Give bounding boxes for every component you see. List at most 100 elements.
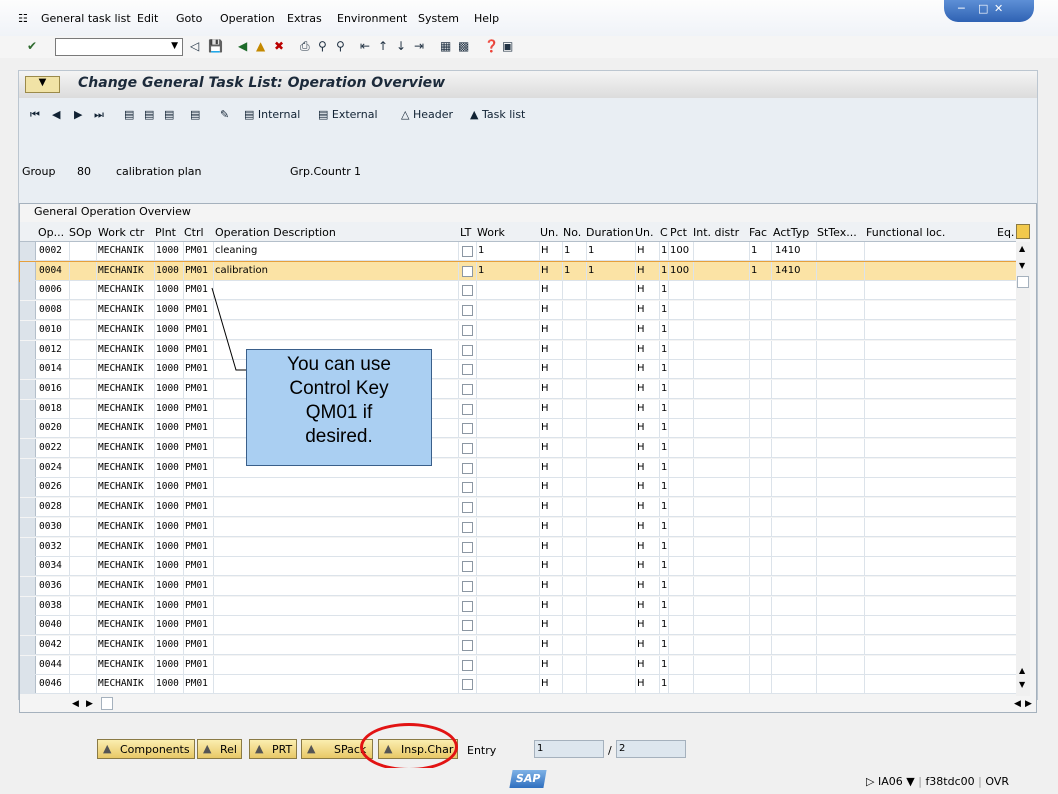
c-cell[interactable]: 1 bbox=[661, 659, 667, 670]
plnt-cell[interactable]: 1000 bbox=[156, 363, 179, 374]
un2-cell[interactable]: H bbox=[637, 619, 645, 630]
table-row[interactable]: 0008 MECHANIK 1000 PM01 H H 1 bbox=[20, 301, 1017, 321]
plnt-cell[interactable]: 1000 bbox=[156, 442, 179, 453]
ctrl-cell[interactable]: PM01 bbox=[185, 422, 208, 433]
op-cell[interactable]: 0024 bbox=[39, 462, 62, 473]
external-button[interactable]: ▤ External bbox=[318, 108, 378, 121]
column-settings-icon[interactable] bbox=[1016, 224, 1030, 239]
row-selector[interactable] bbox=[20, 655, 36, 674]
c-cell[interactable]: 1 bbox=[661, 383, 667, 394]
col-int-distr[interactable]: Int. distr bbox=[693, 226, 739, 239]
col-functional-loc[interactable]: Functional loc. bbox=[866, 226, 945, 239]
lt-checkbox[interactable] bbox=[462, 502, 473, 514]
lt-checkbox[interactable] bbox=[462, 600, 473, 612]
work-ctr-cell[interactable]: MECHANIK bbox=[98, 639, 144, 650]
lt-checkbox[interactable] bbox=[462, 620, 473, 632]
table-row[interactable]: 0046 MECHANIK 1000 PM01 H H 1 bbox=[20, 675, 1017, 695]
un-cell[interactable]: H bbox=[541, 403, 549, 414]
table-row[interactable]: 0024 MECHANIK 1000 PM01 H H 1 bbox=[20, 458, 1017, 478]
un2-cell[interactable]: H bbox=[637, 481, 645, 492]
layout-menu-icon[interactable]: ▣ bbox=[502, 39, 513, 53]
find-next-icon[interactable]: ⚲ bbox=[336, 39, 345, 53]
fac-cell[interactable]: 1 bbox=[751, 245, 757, 256]
exit-icon[interactable]: ▲ bbox=[256, 39, 265, 53]
lt-checkbox[interactable] bbox=[462, 383, 473, 395]
op-cell[interactable]: 0018 bbox=[39, 403, 62, 414]
ctrl-cell[interactable]: PM01 bbox=[185, 639, 208, 650]
row-selector[interactable] bbox=[20, 419, 36, 438]
first-icon[interactable]: ⏮ bbox=[30, 108, 40, 122]
scroll-down-bottom-icon[interactable]: ▼ bbox=[1019, 680, 1025, 689]
work-ctr-cell[interactable]: MECHANIK bbox=[98, 580, 144, 591]
work-ctr-cell[interactable]: MECHANIK bbox=[98, 619, 144, 630]
work-ctr-cell[interactable]: MECHANIK bbox=[98, 678, 144, 689]
menu-help[interactable]: Help bbox=[474, 12, 499, 25]
plnt-cell[interactable]: 1000 bbox=[156, 639, 179, 650]
lt-checkbox[interactable] bbox=[462, 580, 473, 592]
plnt-cell[interactable]: 1000 bbox=[156, 284, 179, 295]
row-selector[interactable] bbox=[20, 517, 36, 536]
op-cell[interactable]: 0026 bbox=[39, 481, 62, 492]
c-cell[interactable]: 1 bbox=[661, 245, 667, 256]
col-operation-description[interactable]: Operation Description bbox=[215, 226, 336, 239]
horizontal-scroll-thumb[interactable] bbox=[101, 697, 113, 710]
lt-checkbox[interactable] bbox=[462, 285, 473, 297]
find-icon[interactable]: ⚲ bbox=[318, 39, 327, 53]
col-ctrl[interactable]: Ctrl bbox=[184, 226, 204, 239]
op-cell[interactable]: 0010 bbox=[39, 324, 62, 335]
next-icon[interactable]: ▶ bbox=[74, 108, 82, 121]
cancel-icon[interactable]: ✖ bbox=[274, 39, 284, 53]
help-icon[interactable]: ❓ bbox=[484, 39, 499, 53]
un-cell[interactable]: H bbox=[541, 659, 549, 670]
un2-cell[interactable]: H bbox=[637, 403, 645, 414]
op-cell[interactable]: 0038 bbox=[39, 600, 62, 611]
plnt-cell[interactable]: 1000 bbox=[156, 422, 179, 433]
lt-checkbox[interactable] bbox=[462, 561, 473, 573]
work-ctr-cell[interactable]: MECHANIK bbox=[98, 284, 144, 295]
col-duration[interactable]: Duration bbox=[586, 226, 634, 239]
un-cell[interactable]: H bbox=[541, 619, 549, 630]
op-cell[interactable]: 0020 bbox=[39, 422, 62, 433]
work-ctr-cell[interactable]: MECHANIK bbox=[98, 481, 144, 492]
menu-goto[interactable]: Goto bbox=[176, 12, 202, 25]
row-selector[interactable] bbox=[20, 281, 36, 300]
lt-checkbox[interactable] bbox=[462, 265, 473, 277]
menu-extras[interactable]: Extras bbox=[287, 12, 322, 25]
scroll-right-icon[interactable]: ▶ bbox=[86, 699, 93, 709]
row-selector[interactable] bbox=[20, 301, 36, 320]
work-ctr-cell[interactable]: MECHANIK bbox=[98, 462, 144, 473]
col-un[interactable]: Un. bbox=[540, 226, 559, 239]
un-cell[interactable]: H bbox=[541, 284, 549, 295]
pct-cell[interactable]: 100 bbox=[670, 265, 689, 276]
work-ctr-cell[interactable]: MECHANIK bbox=[98, 265, 144, 276]
lt-checkbox[interactable] bbox=[462, 403, 473, 415]
un2-cell[interactable]: H bbox=[637, 501, 645, 512]
ctrl-cell[interactable]: PM01 bbox=[185, 600, 208, 611]
un2-cell[interactable]: H bbox=[637, 521, 645, 532]
row-selector[interactable] bbox=[20, 340, 36, 359]
un-cell[interactable]: H bbox=[541, 245, 549, 256]
select-icon[interactable]: ▤ bbox=[190, 108, 200, 121]
work-ctr-cell[interactable]: MECHANIK bbox=[98, 659, 144, 670]
un2-cell[interactable]: H bbox=[637, 344, 645, 355]
plnt-cell[interactable]: 1000 bbox=[156, 580, 179, 591]
un-cell[interactable]: H bbox=[541, 363, 549, 374]
table-row[interactable]: 0012 MECHANIK 1000 PM01 H H 1 bbox=[20, 340, 1017, 360]
menu-icon[interactable]: ☷ bbox=[18, 12, 28, 25]
row-selector[interactable] bbox=[20, 379, 36, 398]
un-cell[interactable]: H bbox=[541, 462, 549, 473]
previous-icon[interactable]: ◀ bbox=[52, 108, 60, 121]
shortcut-icon[interactable]: ▩ bbox=[458, 39, 469, 53]
table-row[interactable]: 0034 MECHANIK 1000 PM01 H H 1 bbox=[20, 557, 1017, 577]
work-ctr-cell[interactable]: MECHANIK bbox=[98, 304, 144, 315]
no-cell[interactable]: 1 bbox=[564, 265, 570, 276]
op-cell[interactable]: 0002 bbox=[39, 245, 62, 256]
work-ctr-cell[interactable]: MECHANIK bbox=[98, 245, 144, 256]
lt-checkbox[interactable] bbox=[462, 364, 473, 376]
table-row[interactable]: 0032 MECHANIK 1000 PM01 H H 1 bbox=[20, 537, 1017, 557]
menu-environment[interactable]: Environment bbox=[337, 12, 407, 25]
next-page-icon[interactable]: ↓ bbox=[396, 39, 406, 53]
scroll-right-right-icon[interactable]: ▶ bbox=[1025, 699, 1032, 709]
menu-general-task-list[interactable]: General task list bbox=[41, 12, 131, 25]
ctrl-cell[interactable]: PM01 bbox=[185, 521, 208, 532]
